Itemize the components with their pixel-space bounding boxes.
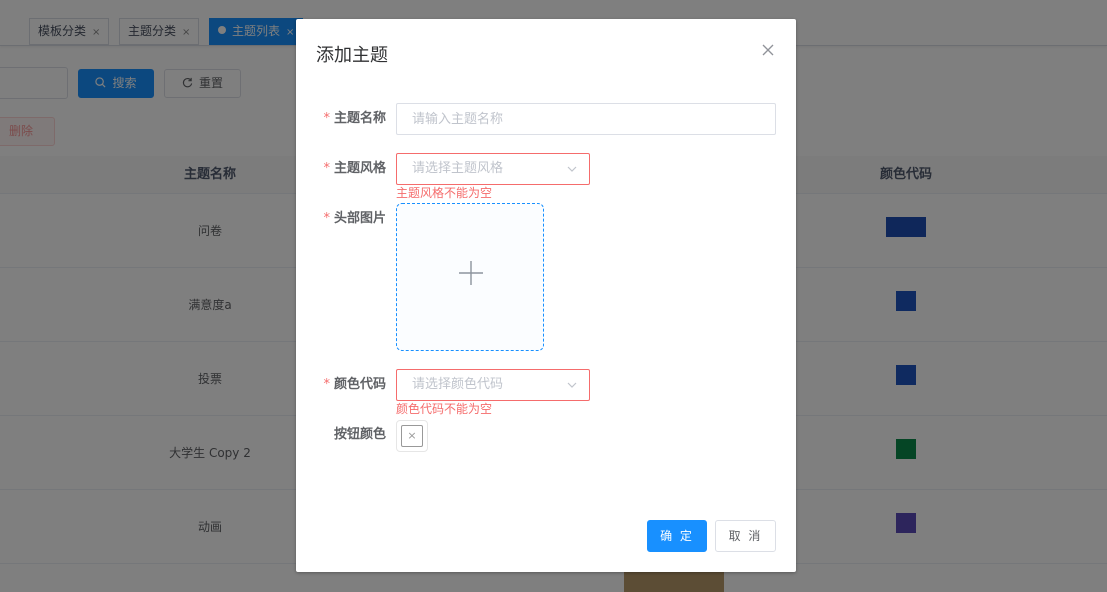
theme-style-error: 主题风格不能为空 bbox=[396, 186, 493, 200]
color-code-error: 颜色代码不能为空 bbox=[396, 402, 493, 416]
dialog-title: 添加主题 bbox=[316, 45, 388, 66]
button-color-picker[interactable]: × bbox=[396, 420, 428, 452]
required-mark: * bbox=[323, 211, 330, 226]
button-color-label-text: 按钮颜色 bbox=[333, 427, 386, 442]
color-code-label-text: 颜色代码 bbox=[333, 377, 386, 392]
add-theme-dialog: 添加主题 *主题名称 *主题风格 请选择主题风格 主题风格不能为空 *头部图片 … bbox=[296, 19, 796, 572]
theme-name-label: * 主题名称 bbox=[316, 103, 386, 135]
chevron-down-icon bbox=[567, 382, 577, 388]
chevron-down-icon bbox=[567, 166, 577, 172]
close-icon[interactable] bbox=[760, 42, 776, 58]
theme-style-placeholder: 请选择主题风格 bbox=[412, 161, 504, 176]
required-mark: * bbox=[323, 377, 330, 392]
required-mark: * bbox=[323, 161, 330, 176]
theme-style-label-text: 主题风格 bbox=[333, 161, 386, 176]
theme-name-input[interactable] bbox=[396, 103, 776, 135]
theme-style-label: * 主题风格 bbox=[316, 153, 386, 185]
image-uploader[interactable] bbox=[396, 203, 544, 351]
color-code-select[interactable]: 请选择颜色代码 bbox=[396, 369, 590, 401]
empty-color-icon: × bbox=[401, 425, 423, 447]
required-mark: * bbox=[323, 111, 330, 126]
header-image-label-text: 头部图片 bbox=[333, 211, 386, 226]
confirm-button[interactable]: 确 定 bbox=[647, 520, 707, 552]
button-color-label: 按钮颜色 bbox=[316, 419, 386, 451]
color-code-label: * 颜色代码 bbox=[316, 369, 386, 401]
plus-icon bbox=[459, 261, 483, 285]
theme-style-select[interactable]: 请选择主题风格 bbox=[396, 153, 590, 185]
color-code-placeholder: 请选择颜色代码 bbox=[412, 377, 504, 392]
header-image-label: * 头部图片 bbox=[316, 203, 386, 235]
cancel-button[interactable]: 取 消 bbox=[715, 520, 776, 552]
theme-name-label-text: 主题名称 bbox=[333, 111, 386, 126]
